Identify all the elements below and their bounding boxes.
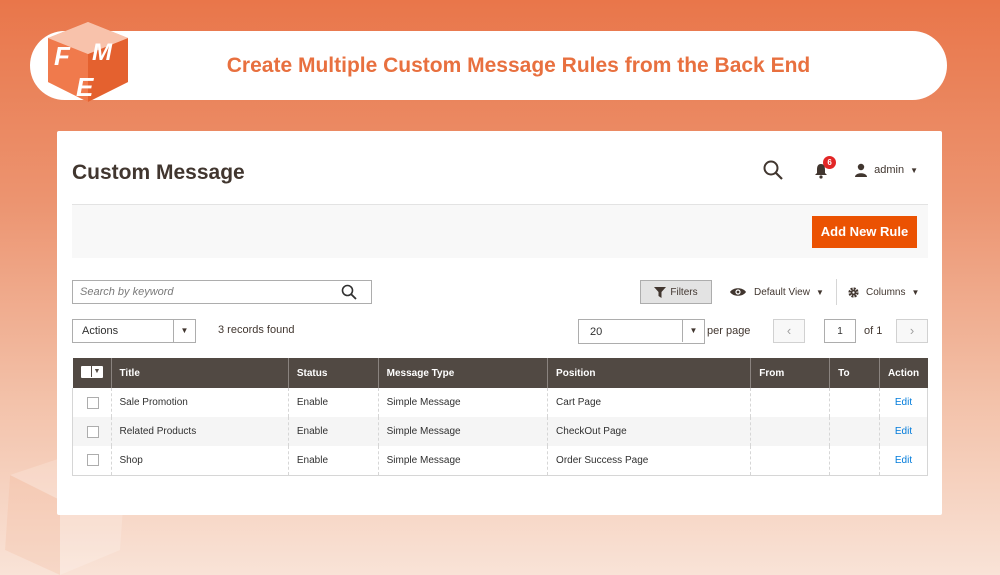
- svg-text:F: F: [54, 41, 71, 71]
- chevron-down-icon: ▼: [815, 287, 824, 297]
- filters-button[interactable]: Filters: [640, 280, 712, 304]
- row-select-cell: [72, 446, 111, 476]
- next-page-button[interactable]: ›: [896, 319, 928, 343]
- column-header-from[interactable]: From: [750, 358, 830, 388]
- filters-label: Filters: [670, 286, 698, 298]
- edit-link[interactable]: Edit: [895, 397, 912, 408]
- cell-from: [750, 417, 830, 446]
- row-checkbox[interactable]: [87, 454, 99, 467]
- mass-actions-select[interactable]: Actions ▼: [72, 319, 196, 343]
- cell-action: Edit: [878, 388, 929, 417]
- cell-action: Edit: [878, 446, 929, 476]
- user-icon: [855, 163, 868, 177]
- cell-status: Enable: [287, 417, 379, 446]
- cell-action: Edit: [878, 417, 929, 446]
- cell-to: [829, 417, 880, 446]
- cell-status: Enable: [287, 388, 379, 417]
- mass-select-header[interactable]: ▼: [72, 358, 111, 388]
- cell-message-type: Simple Message: [377, 388, 548, 417]
- search-icon[interactable]: [762, 159, 784, 181]
- previous-page-button[interactable]: ‹: [773, 319, 805, 343]
- chevron-down-icon: ▼: [93, 368, 101, 376]
- svg-text:E: E: [76, 72, 94, 102]
- edit-link[interactable]: Edit: [895, 426, 912, 437]
- page-title: Custom Message: [72, 161, 245, 184]
- gear-icon: [848, 286, 859, 298]
- cell-position: Order Success Page: [547, 446, 751, 476]
- view-label: Default View: [754, 286, 810, 298]
- cell-status: Enable: [287, 446, 379, 476]
- eye-icon: [730, 288, 746, 296]
- cell-to: [829, 446, 880, 476]
- admin-panel: Custom Message 6 admin ▼ Add New Rule Se…: [57, 131, 942, 515]
- cell-title: Sale Promotion: [110, 388, 289, 417]
- column-header-title[interactable]: Title: [110, 358, 289, 388]
- chevron-down-icon: ▼: [173, 320, 195, 342]
- column-header-status[interactable]: Status: [287, 358, 379, 388]
- view-switcher[interactable]: Default View ▼: [730, 284, 824, 300]
- per-page-select[interactable]: 20 ▼: [578, 319, 705, 344]
- notifications-button[interactable]: 6: [814, 156, 837, 180]
- cell-from: [750, 446, 830, 476]
- chevron-right-icon: ›: [909, 323, 915, 338]
- column-header-to[interactable]: To: [829, 358, 880, 388]
- cell-from: [750, 388, 830, 417]
- search-input[interactable]: [73, 281, 333, 303]
- chevron-down-icon: ▼: [911, 287, 920, 297]
- notification-badge: 6: [823, 156, 837, 169]
- row-checkbox[interactable]: [87, 396, 99, 409]
- chevron-down-icon: ▼: [910, 165, 918, 175]
- cell-title: Shop: [110, 446, 289, 476]
- user-name: admin: [874, 164, 905, 176]
- chevron-down-icon: ▼: [682, 320, 704, 342]
- column-header-position[interactable]: Position: [547, 358, 751, 388]
- column-header-action: Action: [878, 358, 928, 388]
- search-icon[interactable]: [341, 284, 357, 300]
- column-header-message-type[interactable]: Message Type: [377, 358, 548, 388]
- columns-control[interactable]: Columns ▼: [847, 284, 919, 300]
- cell-message-type: Simple Message: [377, 417, 548, 446]
- fme-logo-icon: F M E: [48, 22, 128, 102]
- actions-label: Actions: [82, 325, 119, 337]
- per-page-label: per page: [707, 325, 751, 337]
- edit-link[interactable]: Edit: [895, 455, 912, 466]
- cell-to: [829, 388, 880, 417]
- table-row: Sale Promotion Enable Simple Message Car…: [72, 388, 929, 417]
- filter-icon: [654, 286, 667, 298]
- current-page-input[interactable]: [824, 319, 856, 343]
- header-actions: 6 admin ▼: [762, 156, 918, 181]
- svg-text:M: M: [92, 39, 113, 66]
- cell-position: Cart Page: [547, 388, 751, 417]
- banner: Create Multiple Custom Message Rules fro…: [30, 31, 947, 100]
- table-row: Related Products Enable Simple Message C…: [72, 417, 929, 446]
- mass-select-checkbox[interactable]: ▼: [80, 365, 103, 378]
- row-checkbox[interactable]: [87, 425, 99, 438]
- records-found: 3 records found: [218, 324, 295, 336]
- page-actions-bar: Add New Rule: [72, 204, 928, 258]
- columns-label: Columns: [866, 286, 906, 298]
- grid-header-row: ▼ Title Status Message Type Position Fro…: [72, 358, 928, 388]
- banner-title: Create Multiple Custom Message Rules fro…: [226, 54, 811, 77]
- rules-grid: ▼ Title Status Message Type Position Fro…: [72, 358, 929, 476]
- cell-title: Related Products: [110, 417, 289, 446]
- divider: [836, 279, 837, 305]
- table-row: Shop Enable Simple Message Order Success…: [72, 446, 929, 476]
- row-select-cell: [72, 388, 111, 417]
- row-select-cell: [72, 417, 111, 446]
- per-page-value: 20: [590, 326, 603, 338]
- add-new-rule-button[interactable]: Add New Rule: [812, 216, 917, 248]
- chevron-left-icon: ‹: [786, 323, 792, 338]
- user-menu[interactable]: admin ▼: [854, 163, 918, 177]
- cell-position: CheckOut Page: [547, 417, 751, 446]
- total-pages: of 1: [864, 325, 883, 337]
- search-field: [72, 280, 372, 304]
- cell-message-type: Simple Message: [377, 446, 548, 476]
